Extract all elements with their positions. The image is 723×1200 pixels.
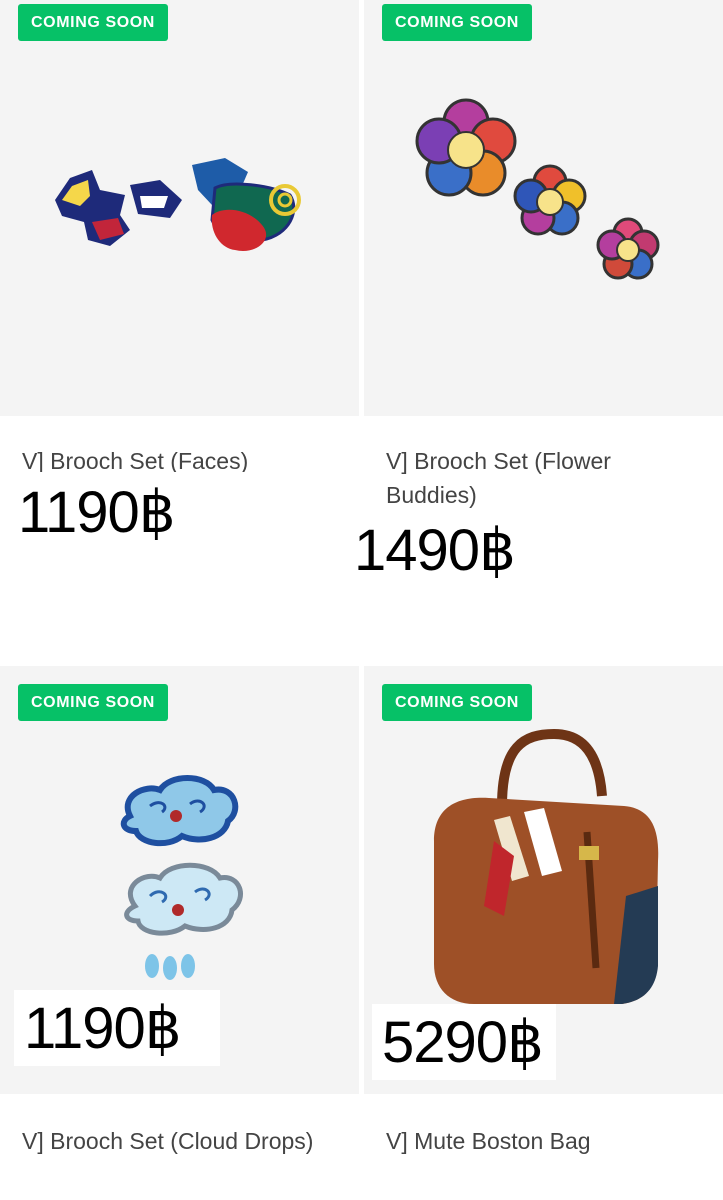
product-price: 1490฿ bbox=[354, 518, 516, 583]
product-price: 1190฿ bbox=[14, 990, 220, 1066]
product-image[interactable] bbox=[364, 0, 723, 416]
product-price: 1190฿ bbox=[18, 480, 176, 545]
product-name[interactable]: V] Brooch Set (Cloud Drops) bbox=[22, 1124, 322, 1194]
product-price: 5290฿ bbox=[372, 1004, 556, 1080]
coming-soon-badge: COMING SOON bbox=[18, 684, 168, 721]
coming-soon-badge: COMING SOON bbox=[382, 4, 532, 41]
faces-brooch-image bbox=[55, 158, 301, 251]
flower-brooch-image bbox=[415, 98, 660, 280]
product-name[interactable]: V] Brooch Set (Flower Buddies) bbox=[386, 444, 686, 508]
coming-soon-badge: COMING SOON bbox=[382, 684, 532, 721]
product-image[interactable] bbox=[0, 0, 359, 416]
product-name[interactable]: V] Mute Boston Bag bbox=[386, 1124, 706, 1158]
coming-soon-badge: COMING SOON bbox=[18, 4, 168, 41]
product-name[interactable]: V] Brooch Set (Faces) bbox=[22, 444, 352, 472]
